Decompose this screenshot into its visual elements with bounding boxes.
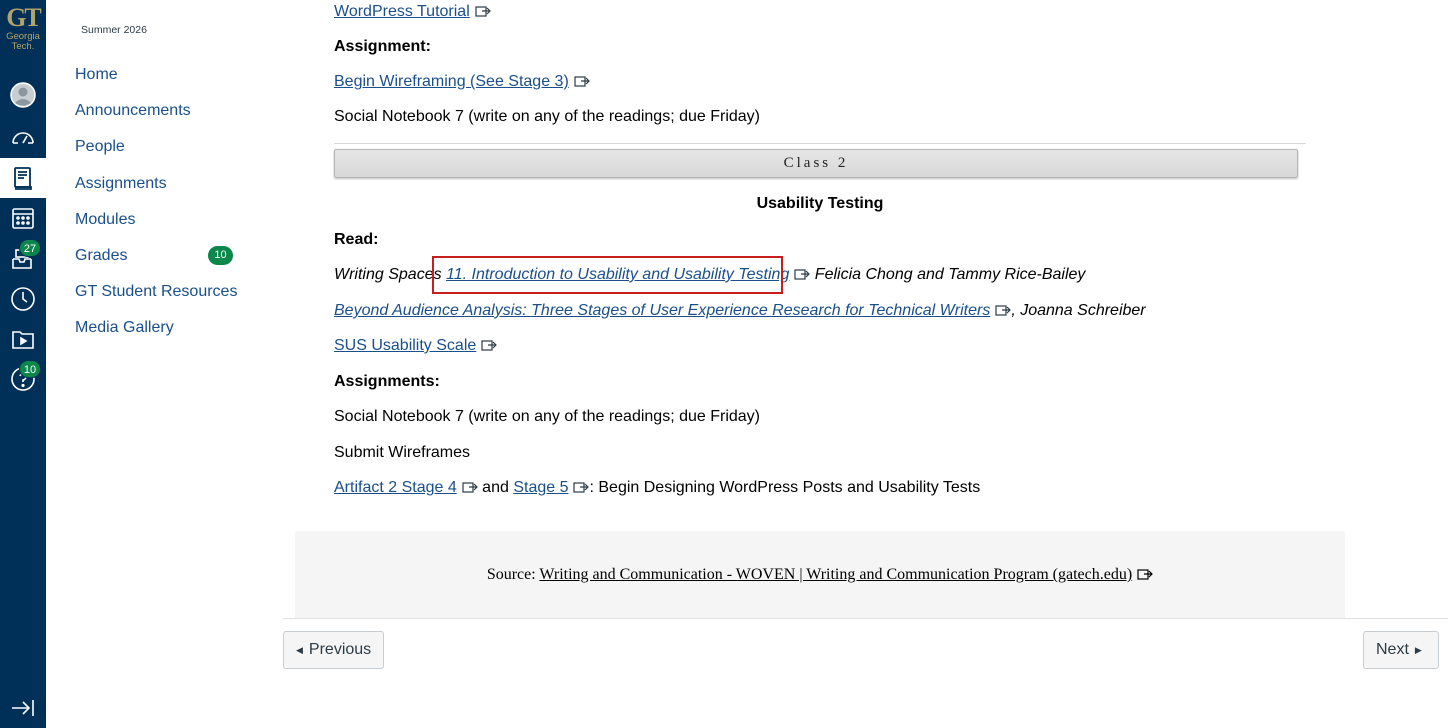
external-link-icon bbox=[1137, 569, 1154, 580]
source-box: Source: Writing and Communication - WOVE… bbox=[295, 531, 1345, 618]
previous-button[interactable]: ◀ Previous bbox=[283, 631, 384, 669]
notebook-prev-text: Social Notebook 7 (write on any of the r… bbox=[334, 108, 761, 125]
georgia-tech-logo[interactable]: GT Georgia Tech. bbox=[0, 0, 46, 62]
external-link-icon bbox=[794, 269, 811, 280]
sus-usability-scale-link[interactable]: SUS Usability Scale bbox=[334, 337, 476, 354]
submit-wireframes-text: Submit Wireframes bbox=[334, 444, 471, 461]
caret-left-icon: ◀ bbox=[296, 644, 303, 655]
modules-link[interactable]: Modules bbox=[75, 211, 135, 229]
global-nav-studio[interactable] bbox=[0, 319, 46, 359]
logo-line2: Tech. bbox=[11, 41, 35, 52]
course-nav-item-gt-student-resources: GT Student Resources bbox=[75, 274, 255, 310]
notebook-text: Social Notebook 7 (write on any of the r… bbox=[334, 408, 761, 425]
home-link[interactable]: Home bbox=[75, 66, 118, 84]
read-heading: Read: bbox=[334, 231, 379, 248]
wordpress-tutorial-link[interactable]: WordPress Tutorial bbox=[334, 3, 470, 20]
course-nav-item-media-gallery: Media Gallery bbox=[75, 310, 255, 346]
external-link-icon bbox=[481, 340, 498, 351]
logo-mark: GT bbox=[6, 3, 42, 32]
source-link[interactable]: Writing and Communication - WOVEN | Writ… bbox=[539, 566, 1132, 583]
global-nav-inbox[interactable]: 27 bbox=[0, 238, 46, 278]
global-nav-courses[interactable] bbox=[0, 158, 46, 198]
term-label: Summer 2026 bbox=[81, 24, 147, 36]
section-divider bbox=[334, 143, 1306, 144]
courses-book-icon bbox=[14, 167, 32, 190]
reading2-author: , Joanna Schreiber bbox=[1011, 302, 1146, 319]
external-link-icon bbox=[475, 6, 491, 17]
wireframe-row: Begin Wireframing (See Stage 3) bbox=[334, 70, 590, 94]
people-link[interactable]: People bbox=[75, 138, 125, 156]
begin-wireframing-link[interactable]: Begin Wireframing (See Stage 3) bbox=[334, 73, 569, 90]
user-avatar-icon bbox=[10, 82, 36, 108]
dashboard-gauge-icon bbox=[12, 132, 34, 144]
course-nav-item-announcements: Announcements bbox=[75, 93, 255, 129]
reading3-row: SUS Usability Scale bbox=[334, 334, 498, 358]
stage5-link[interactable]: Stage 5 bbox=[513, 479, 568, 496]
inbox-badge: 27 bbox=[19, 239, 41, 257]
course-navigation: Summer 2026 Home Announcements People As… bbox=[46, 0, 286, 728]
artifact-row: Artifact 2 Stage 4 and Stage 5: Begin De… bbox=[334, 479, 981, 496]
grades-link[interactable]: Grades bbox=[75, 247, 127, 265]
media-gallery-link[interactable]: Media Gallery bbox=[75, 319, 174, 337]
help-badge: 10 bbox=[19, 360, 41, 378]
global-nav-history[interactable] bbox=[0, 279, 46, 319]
course-nav-item-home: Home bbox=[75, 57, 255, 93]
calendar-icon bbox=[12, 208, 34, 229]
reading2-row: Beyond Audience Analysis: Three Stages o… bbox=[334, 299, 1146, 323]
course-nav-item-grades: Grades 10 bbox=[75, 238, 255, 274]
external-link-icon bbox=[574, 76, 590, 87]
top-link-row: WordPress Tutorial bbox=[334, 0, 491, 24]
course-nav-item-assignments: Assignments bbox=[75, 166, 255, 202]
source-line: Source: Writing and Communication - WOVE… bbox=[295, 563, 1345, 587]
global-navigation: GT Georgia Tech. 27 10 bbox=[0, 0, 46, 728]
external-link-icon bbox=[995, 305, 1012, 316]
usability-intro-link[interactable]: 11. Introduction to Usability and Usabil… bbox=[446, 266, 789, 283]
global-nav-help[interactable]: 10 bbox=[0, 359, 46, 399]
course-nav-list: Home Announcements People Assignments Mo… bbox=[75, 57, 255, 347]
section-title: Usability Testing bbox=[756, 195, 884, 212]
assignment-heading: Assignment: bbox=[334, 38, 431, 55]
assignments-heading: Assignments: bbox=[334, 373, 440, 390]
footer-divider bbox=[283, 618, 1448, 619]
course-nav-item-modules: Modules bbox=[75, 202, 255, 238]
course-nav-item-people: People bbox=[75, 129, 255, 165]
external-link-icon bbox=[573, 482, 590, 493]
reading1-prefix: Writing Spaces bbox=[334, 266, 447, 283]
grades-badge: 10 bbox=[208, 245, 233, 265]
beyond-audience-analysis-link[interactable]: Beyond Audience Analysis: Three Stages o… bbox=[334, 302, 990, 319]
gt-student-resources-link[interactable]: GT Student Resources bbox=[75, 283, 237, 301]
global-nav-account[interactable] bbox=[0, 75, 46, 115]
global-nav-dashboard[interactable] bbox=[0, 118, 46, 158]
assignments-link[interactable]: Assignments bbox=[75, 175, 167, 193]
next-button[interactable]: Next ▶ bbox=[1363, 631, 1439, 669]
previous-label: Previous bbox=[308, 641, 372, 658]
source-label: Source: bbox=[486, 566, 540, 583]
artifact-stage4-link[interactable]: Artifact 2 Stage 4 bbox=[334, 479, 457, 496]
studio-folder-icon bbox=[12, 331, 34, 349]
reading1-row: Writing Spaces 11. Introduction to Usabi… bbox=[334, 263, 1085, 287]
reading1-authors: Felicia Chong and Tammy Rice-Bailey bbox=[810, 266, 1086, 283]
global-nav-calendar[interactable] bbox=[0, 198, 46, 238]
collapse-arrow-icon bbox=[12, 700, 34, 716]
announcements-link[interactable]: Announcements bbox=[75, 102, 191, 120]
caret-right-icon: ▶ bbox=[1414, 644, 1422, 655]
class-bar[interactable]: Class 2 bbox=[334, 149, 1298, 178]
collapse-nav-button[interactable] bbox=[0, 692, 46, 724]
clock-icon bbox=[11, 287, 35, 311]
next-label: Next bbox=[1376, 641, 1409, 658]
external-link-icon bbox=[462, 482, 478, 493]
